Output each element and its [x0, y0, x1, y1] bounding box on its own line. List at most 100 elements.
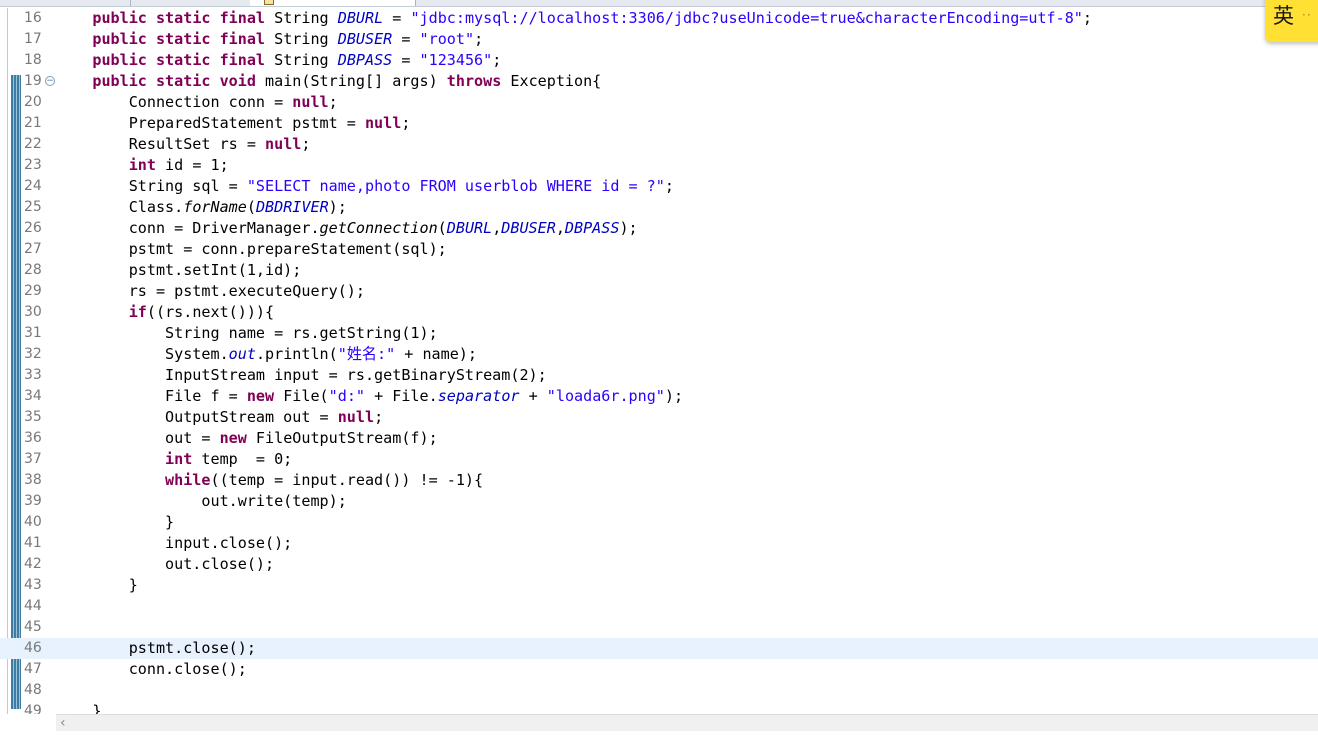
code-line[interactable]: 20 Connection conn = null; [0, 92, 1318, 113]
code-line[interactable]: 47 conn.close(); [0, 659, 1318, 680]
code-token: String sql = [56, 177, 247, 195]
code-text[interactable]: InputStream input = rs.getBinaryStream(2… [56, 365, 547, 386]
code-line[interactable]: 44 [0, 596, 1318, 617]
code-line[interactable]: 43 } [0, 575, 1318, 596]
code-line[interactable]: 35 OutputStream out = null; [0, 407, 1318, 428]
code-text[interactable]: out.write(temp); [56, 491, 346, 512]
code-text[interactable]: input.close(); [56, 533, 292, 554]
code-text[interactable]: int temp = 0; [56, 449, 292, 470]
code-editor[interactable]: 16 public static final String DBURL = "j… [0, 8, 1318, 714]
code-text[interactable]: public static final String DBURL = "jdbc… [56, 8, 1092, 29]
code-line[interactable]: 29 rs = pstmt.executeQuery(); [0, 281, 1318, 302]
code-text[interactable]: pstmt.close(); [56, 638, 256, 659]
code-line[interactable]: 19− public static void main(String[] arg… [0, 71, 1318, 92]
code-line[interactable]: 37 int temp = 0; [0, 449, 1318, 470]
code-text[interactable]: } [56, 512, 174, 533]
code-line[interactable]: 17 public static final String DBUSER = "… [0, 29, 1318, 50]
fold-collapse-icon[interactable]: − [45, 76, 55, 86]
code-line[interactable]: 34 File f = new File("d:" + File.separat… [0, 386, 1318, 407]
code-text[interactable]: rs = pstmt.executeQuery(); [56, 281, 365, 302]
string-token: "SELECT name,photo FROM userblob WHERE i… [246, 177, 665, 195]
line-number: 27 [24, 241, 42, 257]
code-line[interactable]: 22 ResultSet rs = null; [0, 134, 1318, 155]
code-line[interactable]: 26 conn = DriverManager.getConnection(DB… [0, 218, 1318, 239]
code-text[interactable]: if((rs.next())){ [56, 302, 274, 323]
scroll-left-icon[interactable]: ‹ [60, 715, 66, 732]
code-text[interactable]: PreparedStatement pstmt = null; [56, 113, 411, 134]
code-text[interactable]: conn = DriverManager.getConnection(DBURL… [56, 218, 638, 239]
code-text[interactable]: } [56, 575, 138, 596]
line-number: 38 [24, 472, 42, 488]
code-text[interactable]: String sql = "SELECT name,photo FROM use… [56, 176, 674, 197]
editor-tab[interactable] [0, 0, 131, 6]
method-token: getConnection [319, 219, 438, 237]
code-line[interactable]: 36 out = new FileOutputStream(f); [0, 428, 1318, 449]
line-number: 45 [24, 619, 42, 635]
code-line[interactable]: 42 out.close(); [0, 554, 1318, 575]
code-text[interactable]: System.out.println("姓名:" + name); [56, 344, 477, 365]
line-number: 16 [24, 10, 42, 26]
code-line[interactable]: 33 InputStream input = rs.getBinaryStrea… [0, 365, 1318, 386]
keyword-token: new [219, 429, 247, 447]
code-text[interactable]: int id = 1; [56, 155, 229, 176]
editor-tab[interactable] [130, 0, 251, 6]
code-token: ; [374, 408, 384, 426]
code-token: ( [437, 219, 447, 237]
keyword-token: int [165, 450, 193, 468]
code-text[interactable]: while((temp = input.read()) != -1){ [56, 470, 483, 491]
code-text[interactable]: Class.forName(DBDRIVER); [56, 197, 347, 218]
code-line[interactable]: 46 pstmt.close(); [0, 638, 1318, 659]
code-text[interactable]: public static final String DBUSER = "roo… [56, 29, 483, 50]
code-line[interactable]: 27 pstmt = conn.prepareStatement(sql); [0, 239, 1318, 260]
code-line[interactable]: 41 input.close(); [0, 533, 1318, 554]
line-number: 29 [24, 283, 42, 299]
code-text[interactable]: String name = rs.getString(1); [56, 323, 438, 344]
code-text[interactable]: ResultSet rs = null; [56, 134, 311, 155]
code-text[interactable]: OutputStream out = null; [56, 407, 383, 428]
code-line[interactable]: 40 } [0, 512, 1318, 533]
code-line[interactable]: 28 pstmt.setInt(1,id); [0, 260, 1318, 281]
code-line[interactable]: 31 String name = rs.getString(1); [0, 323, 1318, 344]
code-line[interactable]: 30 if((rs.next())){ [0, 302, 1318, 323]
code-text[interactable]: pstmt.setInt(1,id); [56, 260, 302, 281]
editor-tab-strip [0, 0, 1318, 7]
code-text[interactable]: } [56, 701, 101, 714]
code-text[interactable]: out.close(); [56, 554, 274, 575]
keyword-token: public static final [92, 51, 266, 69]
horizontal-scrollbar[interactable]: ‹ [56, 714, 1318, 732]
keyword-token: null [364, 114, 402, 132]
code-token: + name); [395, 345, 477, 363]
code-line[interactable]: 49 } [0, 701, 1318, 714]
keyword-token: null [292, 93, 329, 111]
code-text[interactable]: Connection conn = null; [56, 92, 338, 113]
field-token: DBURL [337, 9, 384, 27]
ime-indicator[interactable]: 英 ·· [1265, 0, 1318, 42]
code-line[interactable]: 25 Class.forName(DBDRIVER); [0, 197, 1318, 218]
code-text[interactable]: out = new FileOutputStream(f); [56, 428, 438, 449]
code-line[interactable]: 38 while((temp = input.read()) != -1){ [0, 470, 1318, 491]
code-text[interactable]: conn.close(); [56, 659, 247, 680]
code-token: String [265, 30, 338, 48]
code-line[interactable]: 39 out.write(temp); [0, 491, 1318, 512]
code-text[interactable]: pstmt = conn.prepareStatement(sql); [56, 239, 447, 260]
code-text[interactable]: File f = new File("d:" + File.separator … [56, 386, 683, 407]
code-token: = [392, 51, 420, 69]
code-line[interactable]: 16 public static final String DBURL = "j… [0, 8, 1318, 29]
code-text[interactable]: public static final String DBPASS = "123… [56, 50, 501, 71]
code-token: Exception{ [501, 72, 602, 90]
code-line[interactable]: 23 int id = 1; [0, 155, 1318, 176]
editor-tab-active[interactable] [250, 0, 416, 6]
field-token: separator [437, 387, 520, 405]
code-text[interactable]: public static void main(String[] args) t… [56, 71, 601, 92]
code-line[interactable]: 45 [0, 617, 1318, 638]
line-number: 39 [24, 493, 42, 509]
code-line[interactable]: 24 String sql = "SELECT name,photo FROM … [0, 176, 1318, 197]
code-line[interactable]: 48 [0, 680, 1318, 701]
keyword-token: public static final [92, 9, 266, 27]
code-line[interactable]: 32 System.out.println("姓名:" + name); [0, 344, 1318, 365]
code-line[interactable]: 21 PreparedStatement pstmt = null; [0, 113, 1318, 134]
code-line[interactable]: 18 public static final String DBPASS = "… [0, 50, 1318, 71]
